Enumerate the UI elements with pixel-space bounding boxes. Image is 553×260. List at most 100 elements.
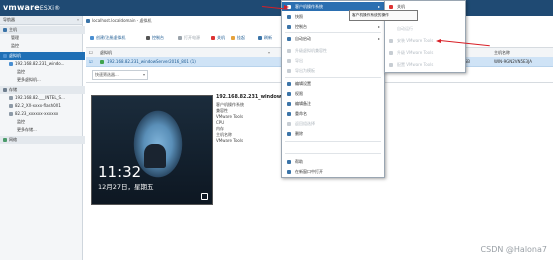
logo-registered-mark: ®: [54, 5, 61, 12]
menu-item[interactable]: 权限: [282, 89, 384, 98]
menu-item[interactable]: 自动启动 ▸: [282, 34, 384, 43]
sidebar-item[interactable]: 82.2_XX-xxxx-flash0X1: [0, 102, 91, 110]
toolbar-button[interactable]: 刷新: [258, 33, 272, 43]
sidebar-item-label: 82.2_XX-xxxx-flash0X1: [15, 103, 61, 108]
menu-item[interactable]: 在新窗口中打开: [282, 167, 384, 176]
column-host-name[interactable]: 主机名称: [494, 48, 510, 57]
toolbar-button[interactable]: 关机: [211, 33, 225, 43]
sidebar-item[interactable]: 监控: [0, 42, 93, 50]
menu-item[interactable]: 删除: [282, 129, 384, 138]
sidebar-item-label: 82.23_xxxxxx-xxxxxx: [15, 111, 59, 116]
sidebar-item[interactable]: 监控: [0, 68, 99, 76]
submenu-item[interactable]: 自动运行: [385, 24, 465, 33]
vmware-esxi-logo: vmwareESXi®: [3, 3, 60, 12]
toolbar-button-label: 刷新: [264, 35, 272, 40]
quick-filter-select[interactable]: 快速筛选器... ▾: [92, 70, 148, 80]
menu-item[interactable]: 重命名: [282, 109, 384, 118]
menu-item-label: 导出为模板: [295, 68, 315, 73]
menu-item-label: 升级虚拟机兼容性: [295, 48, 327, 53]
quick-filter-label: 快速筛选器...: [95, 72, 119, 77]
vm-folder-icon: [86, 19, 90, 23]
sidebar-item-label: 192.168.82.___INTEL_S...: [15, 95, 65, 100]
refresh-icon: [258, 36, 262, 40]
shutdown-icon: [211, 36, 215, 40]
new-window-icon: [287, 169, 291, 174]
column-vm-name[interactable]: 虚拟机: [100, 48, 112, 57]
menu-item[interactable]: 导出为模板: [282, 66, 384, 75]
sidebar-item[interactable]: 监控: [0, 118, 99, 126]
sidebar-item-label: 更多存储...: [17, 127, 37, 132]
row-checkbox[interactable]: ☑: [89, 57, 93, 66]
console-preview[interactable]: 11:32 12月27日，星期五: [91, 95, 213, 205]
vm-detail-label: VMware Tools: [216, 138, 244, 143]
toolbar-button[interactable]: 挂起: [231, 33, 245, 43]
menu-item[interactable]: 升级虚拟机兼容性: [282, 46, 384, 55]
navigator-title: 导航器: [3, 17, 15, 22]
sidebar-item[interactable]: 192.168.82.___INTEL_S...: [0, 94, 91, 102]
sidebar-item[interactable]: 192.168.82.231_windo...: [0, 60, 91, 68]
vm-context-menu: 客户机操作系统▸快照▸控制台▸自动启动▸升级虚拟机兼容性导出导出为模板编辑设置权…: [281, 0, 385, 178]
menu-separator: [285, 77, 381, 78]
rename-icon: [287, 111, 291, 116]
sidebar-item[interactable]: 主机: [0, 26, 85, 34]
sidebar-item-label: 监控: [17, 69, 25, 74]
menu-item[interactable]: 帮助: [282, 157, 384, 166]
collapse-icon[interactable]: ▿: [77, 16, 79, 24]
menu-item[interactable]: 控制台 ▸: [282, 22, 384, 31]
menu-separator: [285, 153, 381, 154]
menu-item[interactable]: 导出: [282, 56, 384, 65]
menu-item[interactable]: 编辑设置: [282, 79, 384, 88]
vm-powered-on-icon: [100, 59, 104, 64]
row-vm-name[interactable]: 192.168.82.231_windowServer2016_801 (1): [107, 57, 196, 66]
submenu-item-label: 安装 VMware Tools: [397, 38, 434, 43]
toolbar-button-label: 关机: [217, 35, 225, 40]
toolbar-button[interactable]: 创建/注册虚拟机: [90, 33, 125, 43]
menu-separator: [285, 141, 381, 142]
menu-separator: [285, 32, 381, 33]
menu-item[interactable]: 返回组选择: [282, 119, 384, 128]
toolbar-button[interactable]: 控制台: [146, 33, 164, 43]
wallpaper-rock: [144, 144, 166, 168]
datastore-icon: [9, 112, 13, 116]
sidebar-item-label: 监控: [11, 43, 19, 48]
submenu-item[interactable]: 配置 VMware Tools: [385, 60, 465, 69]
toolbar-button-label: 挂起: [237, 35, 245, 40]
breadcrumb-text: localhost.localdomain - 虚拟机: [92, 18, 152, 23]
menu-item-label: 重命名: [295, 111, 307, 116]
toolbar-button[interactable]: 打开电源: [178, 33, 200, 43]
sidebar-item[interactable]: 存储: [0, 86, 85, 94]
install-tools-icon: [389, 38, 393, 43]
submenu-item[interactable]: 升级 VMware Tools: [385, 48, 465, 57]
vm-icon: [9, 62, 13, 66]
sidebar-item-label: 管理: [11, 35, 19, 40]
menu-item-label: 编辑备注: [295, 101, 311, 106]
sidebar-item[interactable]: 82.23_xxxxxx-xxxxxx: [0, 110, 91, 118]
menu-item[interactable]: 编辑备注: [282, 99, 384, 108]
logo-brand: vmware: [3, 3, 40, 12]
select-all-checkbox[interactable]: ☐: [89, 48, 93, 57]
shutdown-icon: [389, 4, 393, 9]
host-icon: [3, 28, 7, 32]
sidebar-item-label: 虚拟机: [9, 53, 21, 58]
tooltip: 客户机操作系统的操作: [349, 10, 418, 21]
menu-item-label: 客户机操作系统: [295, 4, 323, 9]
autostart-icon: [287, 36, 291, 41]
menu-item-label: 权限: [295, 91, 303, 96]
menu-item-label: 控制台: [295, 24, 307, 29]
sidebar-item[interactable]: 网络: [0, 136, 85, 144]
configure-tools-icon: [389, 62, 393, 67]
answer-icon: [287, 121, 291, 126]
sidebar-item[interactable]: 更多存储...: [0, 126, 99, 134]
sidebar-item[interactable]: 虚拟机: [0, 52, 85, 60]
column-sort-icon[interactable]: ▾: [268, 48, 270, 57]
export-icon: [287, 58, 291, 63]
power-on-icon: [178, 36, 182, 40]
sidebar-item-label: 监控: [17, 119, 25, 124]
sidebar-item-label: 主机: [9, 27, 17, 32]
row-host-name: WIN-9GN2VN5E3JA: [494, 59, 532, 64]
sidebar-item[interactable]: 更多虚拟机...: [0, 76, 99, 84]
help-icon: [287, 159, 291, 164]
sidebar-item[interactable]: 管理: [0, 34, 93, 42]
export-template-icon: [287, 68, 291, 73]
navigator-panel: 导航器 ▿ 主机 管理 监控 虚拟机 192.168.82.231_windo... 监控…: [0, 16, 85, 260]
